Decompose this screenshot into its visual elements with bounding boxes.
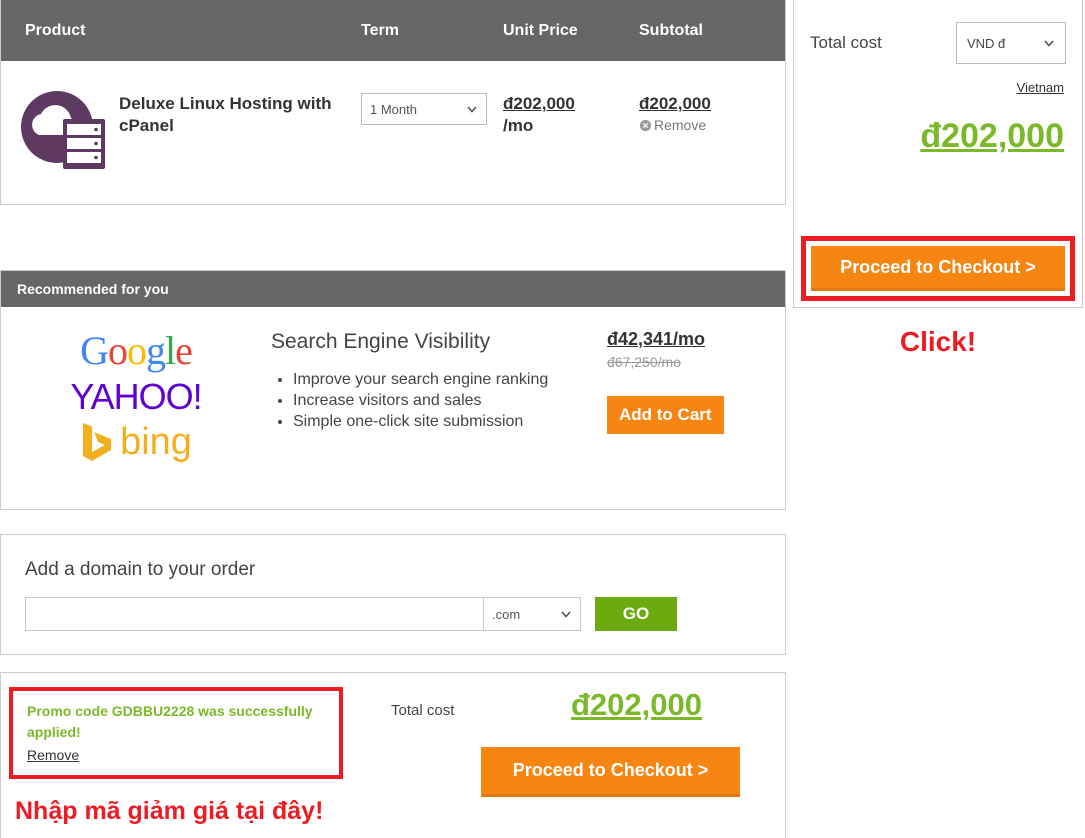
promo-code-highlight-box: Promo code GDBBU2228 was successfully ap… (9, 687, 343, 779)
unit-price-value: đ202,000 (503, 94, 575, 113)
recommended-price: đ42,341/mo (607, 329, 706, 349)
column-header-term: Term (361, 21, 399, 39)
column-header-unit-price: Unit Price (503, 21, 578, 39)
unit-price-suffix: /mo (503, 116, 534, 135)
chevron-down-icon (1044, 40, 1054, 47)
yahoo-logo: YAHOO! (70, 376, 202, 417)
close-icon (639, 119, 652, 131)
table-row: Deluxe Linux Hosting with cPanel 1 Month… (1, 61, 785, 201)
add-domain-title: Add a domain to your order (25, 559, 256, 580)
cloud-server-icon (21, 91, 105, 169)
list-item: Increase visitors and sales (293, 390, 601, 411)
bing-logo: bing (80, 421, 192, 463)
product-title: Deluxe Linux Hosting with cPanel (119, 94, 332, 135)
term-select-value: 1 Month (370, 101, 417, 117)
subtotal-value: đ202,000 (639, 94, 711, 113)
domain-search-input[interactable] (25, 597, 483, 631)
recommended-product-title: Search Engine Visibility (271, 330, 491, 353)
currency-select-value: VND đ (967, 35, 1006, 51)
order-summary-panel: Total cost VND đ Vietnam đ202,000 Procee… (793, 0, 1083, 308)
click-annotation-text: Click! (899, 326, 977, 357)
bing-wordmark: bing (120, 421, 192, 463)
country-link[interactable]: Vietnam (794, 64, 1082, 95)
proceed-to-checkout-button-sidebar[interactable]: Proceed to Checkout > (811, 246, 1065, 291)
recommended-panel: Recommended for you Google YAHOO! bing S… (0, 270, 786, 510)
promo-remove-link[interactable]: Remove (27, 747, 79, 763)
bottom-total-cost-label: Total cost (391, 702, 455, 719)
remove-item-link[interactable]: Remove (639, 117, 785, 133)
cart-panel: Product Term Unit Price Subtotal Deluxe … (0, 0, 786, 205)
proceed-to-checkout-button-bottom[interactable]: Proceed to Checkout > (481, 747, 740, 797)
chevron-down-icon (467, 106, 477, 113)
list-item: Improve your search engine ranking (293, 369, 601, 390)
summary-total-cost-label: Total cost (810, 33, 882, 52)
list-item: Simple one-click site submission (293, 411, 601, 432)
term-select[interactable]: 1 Month (361, 93, 487, 125)
bottom-total-cost-value: đ202,000 (571, 687, 702, 722)
add-domain-panel: Add a domain to your order .com GO (0, 534, 786, 655)
remove-label: Remove (654, 117, 707, 133)
domain-go-button[interactable]: GO (595, 597, 677, 631)
bing-mark-icon (83, 423, 112, 461)
promo-annotation-text: Nhập mã giảm giá tại đây! (15, 797, 324, 825)
search-engine-logos: Google YAHOO! bing (1, 329, 271, 463)
column-header-subtotal: Subtotal (639, 21, 703, 39)
checkout-highlight-box: Proceed to Checkout > (801, 236, 1075, 301)
recommended-benefits: Improve your search engine ranking Incre… (271, 369, 601, 432)
google-logo: Google (80, 328, 193, 373)
tld-select[interactable]: .com (483, 597, 581, 631)
add-to-cart-button[interactable]: Add to Cart (607, 396, 724, 434)
column-header-product: Product (25, 21, 86, 39)
recommended-price-original: đ67,250/mo (607, 354, 681, 370)
promo-success-message: Promo code GDBBU2228 was successfully ap… (27, 703, 313, 740)
tld-select-value: .com (492, 606, 521, 622)
currency-select[interactable]: VND đ (956, 22, 1066, 64)
chevron-down-icon (561, 611, 571, 618)
recommended-header: Recommended for you (1, 271, 785, 307)
unit-price: đ202,000 /mo (503, 93, 639, 137)
summary-total-value: đ202,000 (920, 117, 1064, 155)
cart-table-header: Product Term Unit Price Subtotal (1, 0, 785, 61)
promo-and-total-panel: Promo code GDBBU2228 was successfully ap… (0, 672, 786, 838)
